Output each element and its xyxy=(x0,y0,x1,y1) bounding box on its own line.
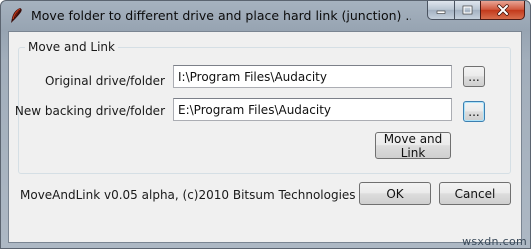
browse-original-button[interactable]: ... xyxy=(463,66,485,87)
maximize-button[interactable] xyxy=(454,1,480,20)
maximize-icon xyxy=(462,5,473,15)
browse-backing-button[interactable]: ... xyxy=(463,101,485,122)
backing-folder-label: New backing drive/folder xyxy=(14,104,165,118)
group-label: Move and Link xyxy=(25,40,118,54)
app-feather-icon xyxy=(11,8,22,23)
minimize-icon xyxy=(436,10,445,14)
version-text: MoveAndLink v0.05 alpha, (c)2010 Bitsum … xyxy=(20,188,356,202)
close-icon xyxy=(496,4,509,16)
close-button[interactable] xyxy=(480,1,525,20)
original-folder-input[interactable] xyxy=(173,65,452,88)
minimize-button[interactable] xyxy=(427,1,454,20)
title-bar[interactable]: Move folder to different drive and place… xyxy=(1,1,530,31)
caption-buttons xyxy=(427,1,525,21)
cancel-button[interactable]: Cancel xyxy=(439,182,511,205)
backing-folder-input[interactable] xyxy=(173,98,452,121)
move-and-link-button[interactable]: Move and Link xyxy=(375,132,451,160)
watermark-text: wsxdn.com xyxy=(462,235,527,248)
ok-button[interactable]: OK xyxy=(359,182,431,205)
window-title: Move folder to different drive and place… xyxy=(31,8,411,23)
original-folder-label: Original drive/folder xyxy=(44,74,165,88)
dialog-window: Move folder to different drive and place… xyxy=(0,0,531,249)
dialog-client-area: Move and Link Original drive/folder ... … xyxy=(8,31,522,243)
